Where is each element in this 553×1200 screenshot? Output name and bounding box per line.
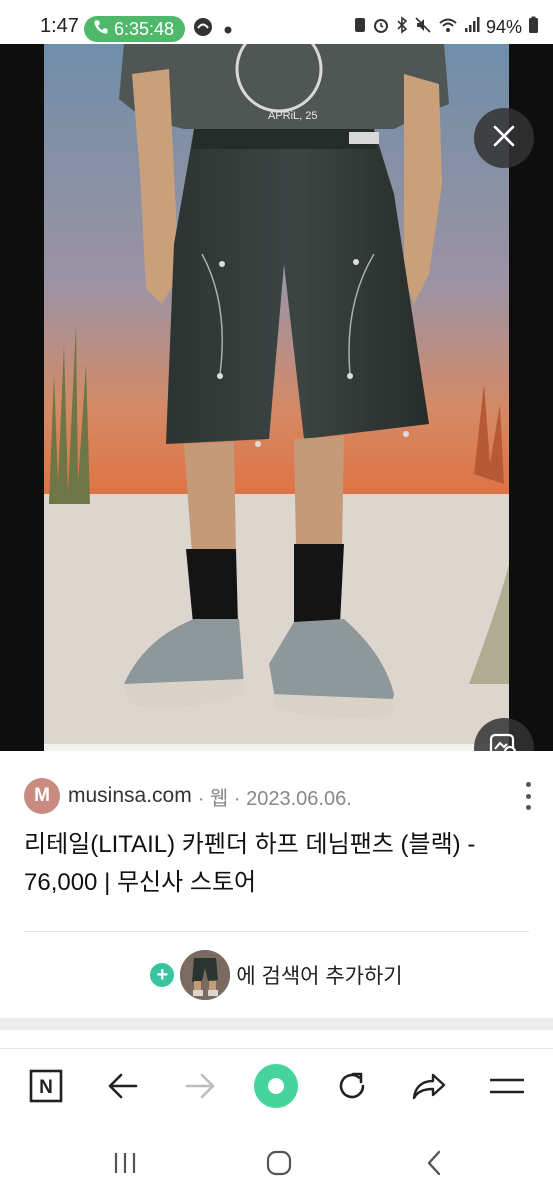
refresh-icon	[335, 1069, 369, 1108]
product-photo[interactable]: APRiL, 25	[44, 44, 509, 744]
photo-edge	[44, 744, 509, 751]
home-button[interactable]	[249, 1135, 309, 1195]
share-button[interactable]	[399, 1058, 459, 1118]
source-row[interactable]: M musinsa.com · 웹 · 2023.06.06.	[24, 778, 534, 814]
nav-back-button[interactable]	[404, 1135, 464, 1195]
wifi-icon	[438, 16, 458, 39]
shirt-print: APRiL, 25	[268, 110, 318, 122]
site-name[interactable]: musinsa.com	[68, 784, 192, 808]
app-notification-icon	[192, 16, 214, 43]
menu-button[interactable]	[477, 1058, 537, 1118]
share-icon	[411, 1071, 447, 1106]
arrow-left-icon	[107, 1072, 139, 1105]
arrow-right-icon	[184, 1072, 216, 1105]
battery-icon	[528, 16, 539, 39]
image-viewer[interactable]: APRiL, 25	[0, 44, 553, 751]
toolbar-divider	[0, 1048, 553, 1049]
phone-icon	[88, 19, 114, 40]
section-separator	[0, 1018, 553, 1030]
sim-icon	[354, 16, 366, 39]
divider	[24, 931, 529, 932]
add-search-term-button[interactable]: + 에 검색어 추가하기	[0, 950, 553, 1000]
status-bar: 1:47 6:35:48 94%	[0, 0, 553, 44]
green-dot-icon	[253, 1063, 299, 1114]
naver-icon: N	[29, 1069, 63, 1108]
dot-icon	[224, 21, 232, 39]
system-status: 94%	[354, 16, 539, 39]
alarm-icon	[372, 16, 390, 39]
more-vertical-icon	[525, 782, 531, 787]
recent-apps-button[interactable]	[95, 1135, 155, 1195]
call-indicator[interactable]: 6:35:48	[84, 16, 185, 42]
recent-apps-icon	[112, 1150, 138, 1181]
refresh-button[interactable]	[322, 1058, 382, 1118]
close-button[interactable]	[474, 108, 534, 168]
plus-icon: +	[150, 963, 175, 987]
menu-icon	[489, 1076, 525, 1101]
home-icon	[265, 1149, 293, 1182]
naver-home-button[interactable]: N	[16, 1058, 76, 1118]
system-nav-bar	[0, 1135, 553, 1195]
search-thumbnail	[180, 950, 231, 1000]
more-options-button[interactable]	[522, 782, 534, 810]
close-icon	[492, 124, 516, 153]
notification-icons	[192, 16, 232, 43]
signal-icon	[464, 16, 480, 39]
battery-percent: 94%	[485, 17, 522, 37]
nav-back-icon	[424, 1149, 444, 1182]
add-search-label: 에 검색어 추가하기	[236, 965, 403, 988]
mute-icon	[414, 16, 432, 39]
forward-button[interactable]	[170, 1058, 230, 1118]
result-title[interactable]: 리테일(LITAIL) 카펜더 하프 데님팬츠 (블랙) - 76,000 | …	[24, 826, 534, 902]
bluetooth-icon	[396, 16, 408, 39]
status-time: 1:47	[40, 15, 79, 37]
site-favicon: M	[24, 778, 60, 814]
browser-toolbar: N	[0, 1058, 553, 1118]
call-timer: 6:35:48	[114, 18, 175, 39]
green-dot-button[interactable]	[246, 1058, 306, 1118]
back-button[interactable]	[93, 1058, 153, 1118]
svg-text:N: N	[39, 1077, 53, 1098]
image-search-icon	[487, 729, 521, 751]
source-meta: · 웹 · 2023.06.06.	[197, 787, 352, 810]
